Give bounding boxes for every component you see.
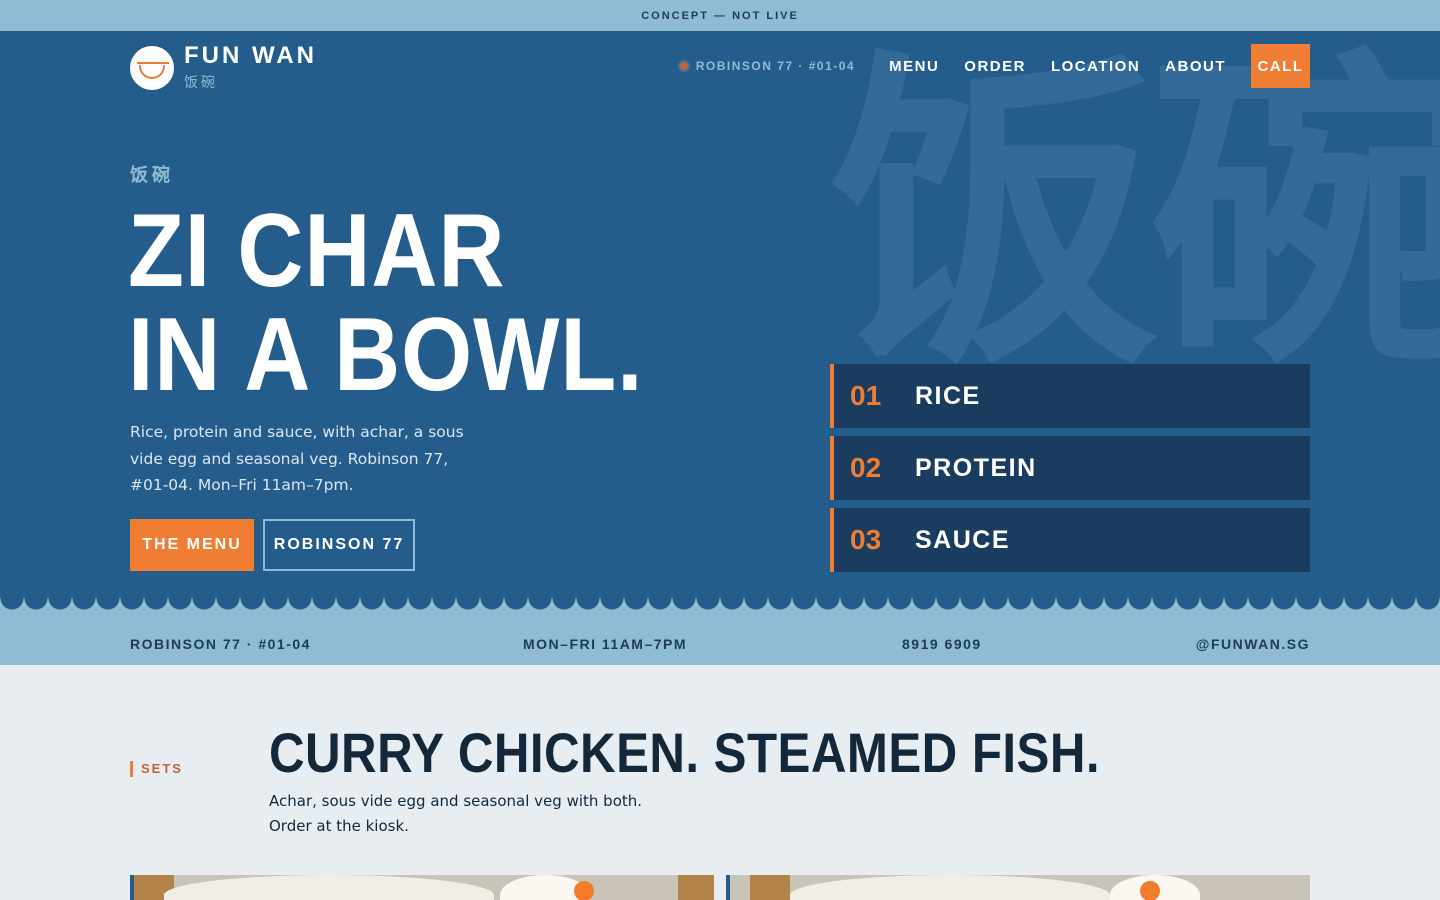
nav-location-text: ROBINSON 77 · #01-04 — [695, 59, 856, 73]
concept-banner-text: CONCEPT — NOT LIVE — [641, 9, 799, 22]
curry-chicken-card[interactable] — [130, 875, 714, 900]
nav-link-order[interactable]: ORDER — [964, 58, 1026, 75]
hero-headline: ZI CHAR IN A BOWL. — [128, 199, 643, 407]
bowl-steps: 01 RICE 02 PROTEIN 03 SAUCE — [830, 364, 1310, 580]
info-social[interactable]: @FUNWAN.SG — [1196, 636, 1310, 652]
step-sauce: 03 SAUCE — [830, 508, 1310, 572]
location-dot-icon — [679, 62, 688, 70]
hero-description: Rice, protein and sauce, with achar, a s… — [130, 423, 464, 494]
sets-title: CURRY CHICKEN. STEAMED FISH. — [269, 721, 1100, 784]
step-label: PROTEIN — [915, 453, 1037, 482]
bowl-logo-icon — [130, 46, 174, 90]
step-number: 03 — [850, 524, 882, 555]
step-label: RICE — [915, 381, 981, 410]
nav-location: ROBINSON 77 · #01-04 — [679, 59, 856, 73]
bowl-rim — [750, 875, 790, 900]
step-number: 02 — [850, 452, 882, 483]
info-phone[interactable]: 8919 6909 — [902, 636, 982, 652]
hero-eyebrow: 饭碗 — [130, 165, 174, 186]
the-menu-button[interactable]: THE MENU — [130, 519, 254, 571]
info-hours: MON–FRI 11AM–7PM — [523, 636, 688, 652]
rice-image — [790, 875, 1110, 900]
hero-headline-line2: IN A BOWL. — [128, 297, 644, 413]
yolk-image — [1140, 881, 1160, 900]
brand-name: FUN WAN — [184, 42, 317, 69]
step-rice: 01 RICE — [830, 364, 1310, 428]
nav-link-about[interactable]: ABOUT — [1165, 58, 1226, 75]
info-address: ROBINSON 77 · #01-04 — [130, 636, 311, 652]
main-nav: ROBINSON 77 · #01-04 MENU ORDER LOCATION… — [679, 44, 1310, 88]
background-glyph: 饭碗 — [830, 31, 1440, 408]
brand-logo[interactable]: FUN WAN 饭碗 — [130, 44, 317, 92]
nav-link-location[interactable]: LOCATION — [1051, 58, 1140, 75]
bowl-rim — [678, 875, 714, 900]
steamed-fish-card[interactable] — [726, 875, 1310, 900]
sets-tag: SETS — [130, 761, 183, 777]
step-label: SAUCE — [915, 525, 1011, 554]
step-protein: 02 PROTEIN — [830, 436, 1310, 500]
rice-image — [164, 875, 494, 900]
robinson-77-button[interactable]: ROBINSON 77 — [263, 519, 415, 571]
step-number: 01 — [850, 380, 882, 411]
call-button[interactable]: CALL — [1251, 44, 1310, 88]
sets-description: Achar, sous vide egg and seasonal veg wi… — [269, 792, 643, 835]
scalloped-divider — [0, 598, 1440, 622]
yolk-image — [574, 881, 594, 900]
hero-headline-line1: ZI CHAR — [128, 193, 506, 309]
brand-name-cn: 饭碗 — [184, 75, 218, 91]
hero-section: 饭碗 FUN WAN 饭碗 ROBINSON 77 · #01-04 MENU … — [0, 31, 1440, 607]
concept-banner: CONCEPT — NOT LIVE — [0, 0, 1440, 31]
nav-link-menu[interactable]: MENU — [889, 58, 939, 75]
